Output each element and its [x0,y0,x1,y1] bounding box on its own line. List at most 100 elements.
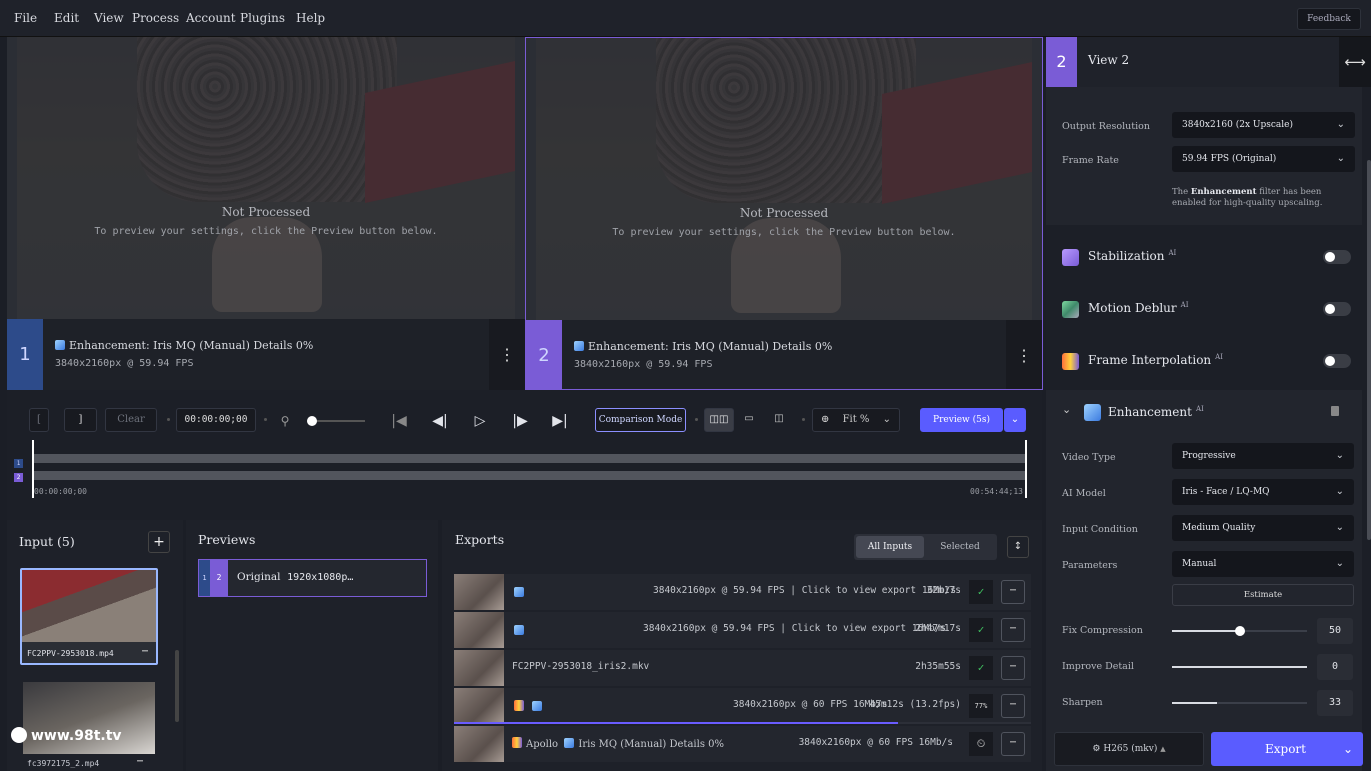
export-menu-icon[interactable]: ⋯ [1001,656,1025,680]
fit-zoom-dropdown[interactable]: ⊕ Fit % ⌄ [812,408,900,432]
stabilization-toggle[interactable] [1323,250,1351,264]
swap-view-icon[interactable]: ⟷ [1339,37,1371,87]
single-view-icon[interactable]: ▭ [736,408,762,432]
timeline[interactable]: 1 2 00:00:00;00 00:54:44;13 [14,440,1027,500]
menu-edit[interactable]: Edit [54,11,79,25]
sidebar-scrollbar[interactable] [1367,160,1371,540]
step-back-icon[interactable]: ◀| [429,410,451,432]
export-time: 2h47m17s [915,623,961,634]
output-settings: Output Resolution 3840x2160 (2x Upscale)… [1046,87,1362,225]
export-progress-fill [454,722,899,724]
input-scrollbar[interactable] [175,650,179,722]
export-row[interactable]: FC2PPV-2953018_iris2.mkv 2h35m55s ✓ ⋯ [454,650,1031,686]
feedback-button[interactable]: Feedback [1297,8,1361,30]
pane-menu-icon[interactable]: ⋮ [489,319,525,390]
video-type-select[interactable]: Progressive ⌄ [1172,443,1354,469]
collapse-chevron-icon[interactable]: ⌄ [1062,403,1071,416]
play-icon[interactable]: ▷ [469,410,491,432]
preview-item[interactable]: 1 2 Original 1920x1080p… [198,559,427,597]
watermark-text: www.98t.tv [11,727,122,744]
sharpen-value[interactable]: 33 [1317,690,1353,716]
motion-deblur-toggle[interactable] [1323,302,1351,316]
mark-out-button[interactable]: ] [64,408,97,432]
preview-options-chevron-icon[interactable]: ⌄ [1004,408,1026,432]
video-type-label: Video Type [1062,452,1116,463]
input-condition-select[interactable]: Medium Quality ⌄ [1172,515,1354,541]
output-resolution-select[interactable]: 3840x2160 (2x Upscale) ⌄ [1172,112,1355,138]
lock-icon[interactable] [1331,406,1339,416]
fix-compression-slider[interactable] [1172,626,1307,636]
fix-compression-value[interactable]: 50 [1317,618,1353,644]
timecode-field[interactable]: 00:00:00;00 [176,408,256,432]
export-thumbnail [454,726,504,762]
export-row[interactable]: Apollo Iris MQ (Manual) Details 0% 3840x… [454,726,1031,762]
zoom-icon[interactable]: ⚲ [274,410,296,432]
parameters-select[interactable]: Manual ⌄ [1172,551,1354,577]
enhancement-section: ⌄ Enhancement AI Video Type Progressive ⌄ … [1046,160,1371,771]
frame-rate-select[interactable]: 59.94 FPS (Original) ⌄ [1172,146,1355,172]
export-menu-icon[interactable]: ⋯ [1001,618,1025,642]
ai-model-select[interactable]: Iris - Face / LQ-MQ ⌄ [1172,479,1354,505]
add-input-button[interactable]: + [148,531,170,553]
pane-number: 2 [526,320,562,389]
preview-button[interactable]: Preview (5s) [920,408,1003,432]
codec-button[interactable]: ⚙ H265 (mkv) ▲ [1054,732,1204,766]
not-processed-label: Not Processed [739,206,829,220]
menu-account[interactable]: Account [186,11,236,25]
timeline-start-time: 00:00:00;00 [34,487,87,496]
menu-file[interactable]: File [14,11,37,25]
sort-icon[interactable]: ↕ [1007,536,1029,558]
timeline-end-time: 00:54:44;13 [970,487,1023,496]
menu-help[interactable]: Help [296,11,325,25]
track-2-label: 2 [14,473,23,482]
preview-hint: To preview your settings, click the Prev… [612,227,956,238]
preview-pane-1[interactable]: Not Processed To preview your settings, … [7,37,525,390]
pane-menu-icon[interactable]: ⋮ [1006,320,1042,389]
split-view-icon[interactable]: ◫ [766,408,792,432]
enhancement-icon [514,625,524,635]
chevron-down-icon[interactable]: ⌄ [1343,732,1353,766]
tab-all-inputs[interactable]: All Inputs [856,536,924,558]
menu-process[interactable]: Process [132,11,179,25]
export-menu-icon[interactable]: ⋯ [1001,732,1025,756]
tab-selected[interactable]: Selected [926,536,994,558]
export-row[interactable]: 3840x2160px @ 59.94 FPS | Click to view … [454,612,1031,648]
out-point-handle[interactable] [1025,440,1027,498]
export-menu-icon[interactable]: ⋯ [1001,694,1025,718]
chevron-down-icon: ⌄ [1335,486,1344,497]
zoom-slider[interactable] [307,416,365,426]
not-processed-label: Not Processed [221,205,311,219]
skip-end-icon[interactable]: ▶| [549,410,571,432]
ai-model-label: AI Model [1062,488,1106,499]
input-file-card[interactable]: FC2PPV-2953018.mp4 ⋯ [20,568,158,665]
filter-motion-deblur: Motion Deblur AI [1088,301,1189,315]
step-forward-icon[interactable]: |▶ [509,410,531,432]
preview-pane-2[interactable]: Not Processed To preview your settings, … [525,37,1043,390]
export-row[interactable]: 3840x2160px @ 59.94 FPS | Click to view … [454,574,1031,610]
improve-detail-slider[interactable] [1172,666,1307,668]
side-by-side-view-icon[interactable]: ◫◫ [704,408,734,432]
clear-button[interactable]: Clear [105,408,157,432]
export-button[interactable]: Export ⌄ [1211,732,1363,766]
mark-in-button[interactable]: [ [29,408,49,432]
export-menu-icon[interactable]: ⋯ [1001,580,1025,604]
export-row[interactable]: 3840x2160px @ 60 FPS 16Mb/s 45m12s (13.2… [454,688,1031,724]
file-menu-icon[interactable]: ⋯ [137,756,143,767]
comparison-mode-button[interactable]: Comparison Mode [595,408,686,432]
estimate-button[interactable]: Estimate [1172,584,1354,606]
sharpen-slider[interactable] [1172,702,1307,704]
input-file-name: FC2PPV-2953018.mp4 [27,649,114,658]
file-menu-icon[interactable]: ⋯ [142,646,148,657]
slider-knob[interactable] [1234,626,1245,636]
frame-interpolation-toggle[interactable] [1323,354,1351,368]
export-info: 3840x2160px @ 59.94 FPS | Click to view … [643,623,947,634]
skip-start-icon[interactable]: |◀ [388,410,410,432]
zoom-slider-knob[interactable] [307,416,317,426]
enhancement-icon [532,701,542,711]
menu-plugins[interactable]: Plugins [240,11,285,25]
preview-hint: To preview your settings, click the Prev… [94,226,438,237]
menu-view[interactable]: View [94,11,124,25]
stabilization-icon [1062,249,1079,266]
improve-detail-value[interactable]: 0 [1317,654,1353,680]
pane-filter-line: Enhancement: Iris MQ (Manual) Details 0% [55,339,313,352]
